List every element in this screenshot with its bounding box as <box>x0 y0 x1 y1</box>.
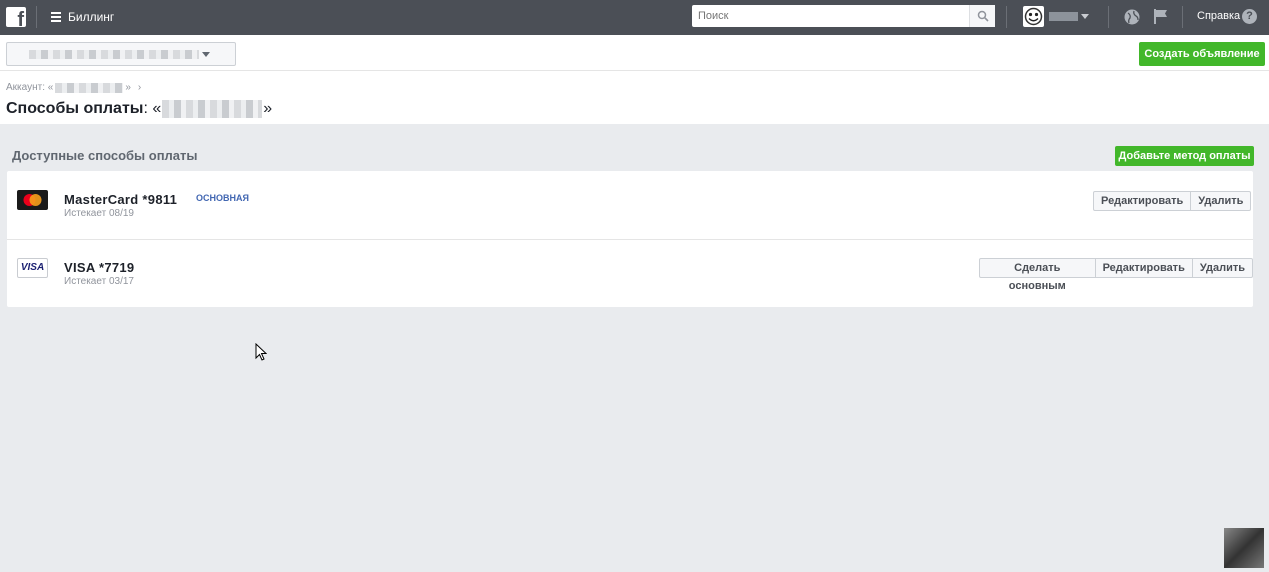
page-title-text: Способы оплаты <box>6 100 144 117</box>
page-header: Аккаунт: « » › Способы оплаты : « » <box>0 71 1269 124</box>
create-ad-button[interactable]: Создать объявление <box>1139 42 1265 66</box>
redacted-account-link[interactable] <box>55 82 124 93</box>
search-input[interactable] <box>692 5 969 27</box>
divider <box>1182 6 1183 28</box>
breadcrumb-prefix: Аккаунт: « <box>6 82 54 93</box>
breadcrumb: Аккаунт: « » › <box>6 82 141 93</box>
search-button[interactable] <box>969 5 995 27</box>
primary-badge: ОСНОВНАЯ <box>196 193 249 203</box>
avatar[interactable] <box>1023 6 1044 27</box>
user-name-redacted[interactable] <box>1049 12 1078 21</box>
mouse-cursor-icon <box>255 342 268 366</box>
divider <box>1108 6 1109 28</box>
card-actions: Сделать основным Редактировать Удалить <box>979 258 1253 292</box>
redacted-account-name <box>29 50 199 59</box>
account-bar: Создать объявление <box>0 35 1269 71</box>
list-item <box>7 171 1253 239</box>
mastercard-icon <box>17 190 48 210</box>
search-box <box>692 5 995 27</box>
chevron-down-icon[interactable] <box>1081 14 1089 19</box>
app-title[interactable]: Биллинг <box>68 10 114 24</box>
page-title-separator: : « <box>143 100 162 117</box>
divider <box>36 6 37 28</box>
card-expiry: Истекает 03/17 <box>64 276 134 287</box>
card-actions: Редактировать Удалить <box>1093 191 1252 211</box>
delete-button[interactable]: Удалить <box>1192 258 1253 278</box>
visa-icon: VISA <box>17 258 48 278</box>
card-name: VISA *7719 <box>64 260 135 275</box>
flag-icon[interactable] <box>1153 8 1169 25</box>
divider <box>1006 6 1007 28</box>
section-title: Доступные способы оплаты <box>12 148 198 163</box>
page-title: Способы оплаты : « » <box>6 100 272 118</box>
chevron-down-icon <box>202 52 210 57</box>
card-name: MasterCard *9811 <box>64 192 178 207</box>
top-bar: f Биллинг Справка ? <box>0 0 1269 35</box>
page-title-end: » <box>263 100 273 117</box>
facebook-logo-icon[interactable]: f <box>6 7 26 27</box>
help-link[interactable]: Справка <box>1197 10 1240 22</box>
redacted-account-name <box>162 100 263 118</box>
payment-methods-list: MasterCard *9811 ОСНОВНАЯ Истекает 08/19… <box>7 171 1253 307</box>
card-expiry: Истекает 08/19 <box>64 208 134 219</box>
account-selector[interactable] <box>6 42 236 66</box>
make-primary-button[interactable]: Сделать основным <box>979 258 1096 292</box>
breadcrumb-suffix: » <box>125 82 131 93</box>
edit-button[interactable]: Редактировать <box>1093 191 1192 211</box>
add-payment-method-button[interactable]: Добавьте метод оплаты <box>1115 146 1254 166</box>
globe-icon[interactable] <box>1123 8 1141 26</box>
video-thumbnail[interactable] <box>1224 528 1264 568</box>
edit-button[interactable]: Редактировать <box>1095 258 1193 278</box>
help-icon[interactable]: ? <box>1242 9 1257 24</box>
menu-icon[interactable] <box>51 12 61 22</box>
breadcrumb-chevron-icon: › <box>137 82 142 93</box>
search-icon <box>977 10 989 22</box>
delete-button[interactable]: Удалить <box>1191 191 1252 211</box>
